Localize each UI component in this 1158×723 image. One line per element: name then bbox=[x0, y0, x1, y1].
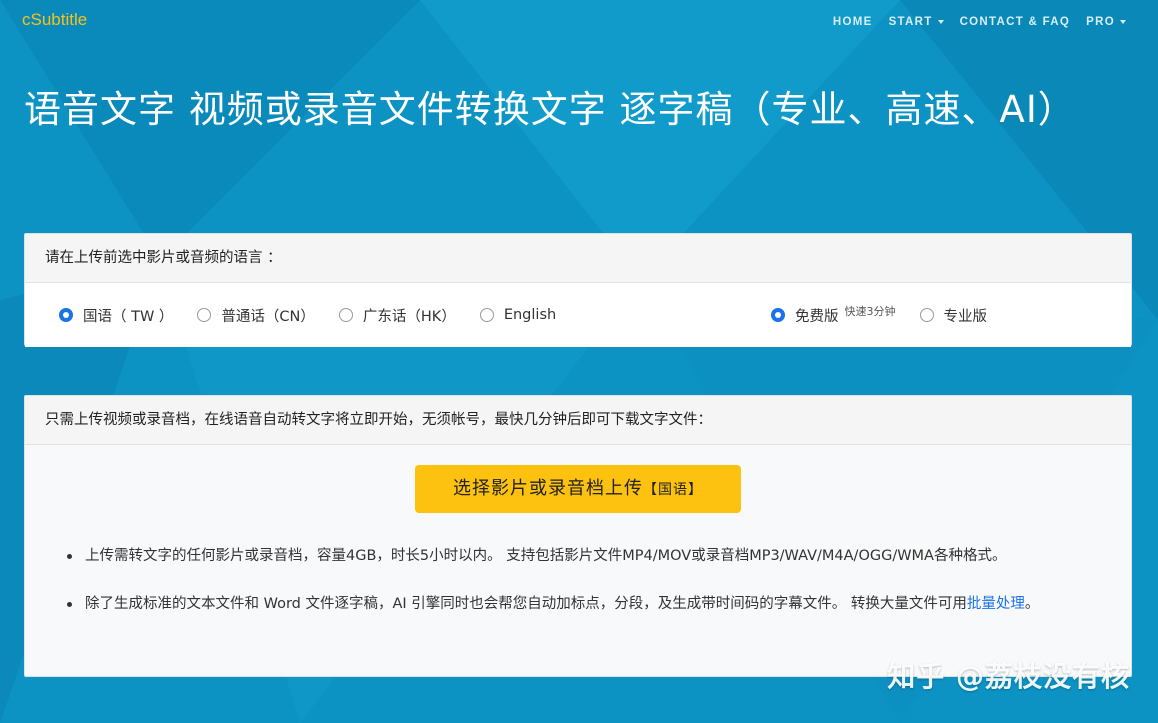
radio-unchecked-icon[interactable] bbox=[919, 308, 934, 322]
plan-option-free[interactable]: 免费版 快速3分钟 bbox=[771, 305, 896, 326]
language-option-en[interactable]: English bbox=[479, 307, 557, 323]
nav-pro-label: PRO bbox=[1086, 16, 1115, 28]
nav-start[interactable]: START bbox=[889, 16, 944, 28]
language-options: 国语（ TW ） 普通话（CN） 广东话（HK） English 免费版 快速3… bbox=[25, 283, 1131, 347]
radio-unchecked-icon[interactable] bbox=[479, 308, 494, 322]
language-label: 国语（ TW ） bbox=[83, 308, 174, 325]
plan-label: 免费版 bbox=[795, 308, 839, 325]
language-option-tw[interactable]: 国语（ TW ） bbox=[59, 305, 173, 326]
plan-hint: 快速3分钟 bbox=[844, 305, 896, 318]
plan-label: 专业版 bbox=[943, 308, 988, 325]
main-nav: HOME START CONTACT & FAQ PRO bbox=[833, 16, 1126, 28]
caret-down-icon bbox=[1120, 19, 1126, 24]
language-select-card: 请在上传前选中影片或音频的语言 ： 国语（ TW ） 普通话（CN） 广东话（H… bbox=[24, 233, 1132, 347]
radio-checked-icon[interactable] bbox=[771, 308, 785, 322]
upload-button[interactable]: 选择影片或录音档上传【国语】 bbox=[415, 465, 741, 513]
radio-unchecked-icon[interactable] bbox=[197, 308, 212, 322]
nav-pro[interactable]: PRO bbox=[1086, 16, 1126, 28]
info-list: 上传需转文字的任何影片或录音档，容量4GB，时长5小时以内。 支持包括影片文件M… bbox=[67, 544, 1107, 640]
plan-radio-group: 免费版 快速3分钟 专业版 bbox=[771, 283, 1011, 347]
list-item: 除了生成标准的文本文件和 Word 文件逐字稿，AI 引擎同时也会帮您自动加标点… bbox=[67, 592, 1107, 616]
nav-start-label: START bbox=[888, 16, 933, 28]
caret-down-icon bbox=[937, 19, 944, 24]
list-item: 上传需转文字的任何影片或录音档，容量4GB，时长5小时以内。 支持包括影片文件M… bbox=[67, 544, 1107, 568]
bullet-text: 上传需转文字的任何影片或录音档，容量4GB，时长5小时以内。 支持包括影片文件M… bbox=[85, 548, 1007, 564]
language-card-heading: 请在上传前选中影片或音频的语言 ： bbox=[25, 234, 1131, 283]
language-label: 普通话（CN） bbox=[221, 308, 315, 325]
plan-option-pro[interactable]: 专业版 bbox=[919, 305, 988, 326]
batch-processing-link[interactable]: 批量处理 bbox=[967, 596, 1025, 612]
radio-checked-icon[interactable] bbox=[59, 308, 73, 322]
brand-logo[interactable]: cSubtitle bbox=[22, 10, 87, 30]
language-radio-group: 国语（ TW ） 普通话（CN） 广东话（HK） English bbox=[59, 283, 580, 347]
bullet-end: 。 bbox=[1024, 596, 1040, 612]
language-option-cn[interactable]: 普通话（CN） bbox=[197, 305, 315, 326]
language-label: 广东话（HK） bbox=[362, 308, 456, 325]
language-option-hk[interactable]: 广东话（HK） bbox=[338, 305, 456, 326]
bullet-text: 除了生成标准的文本文件和 Word 文件逐字稿，AI 引擎同时也会帮您自动加标点… bbox=[85, 596, 967, 612]
watermark: 知乎 @荔枝没有核 bbox=[887, 660, 1130, 693]
nav-contact-faq[interactable]: CONTACT & FAQ bbox=[960, 16, 1071, 28]
page-title: 语音文字 视频或录音文件转换文字 逐字稿（专业、高速、AI） bbox=[24, 88, 1076, 131]
upload-card-heading: 只需上传视频或录音档，在线语音自动转文字将立即开始，无须帐号，最快几分钟后即可下… bbox=[25, 396, 1131, 445]
upload-card: 只需上传视频或录音档，在线语音自动转文字将立即开始，无须帐号，最快几分钟后即可下… bbox=[24, 395, 1132, 677]
upload-button-tag: 【国语】 bbox=[643, 482, 703, 498]
top-navbar: cSubtitle HOME START CONTACT & FAQ PRO bbox=[0, 0, 1158, 46]
radio-unchecked-icon[interactable] bbox=[338, 308, 353, 322]
upload-button-label: 选择影片或录音档上传 bbox=[453, 478, 643, 499]
language-label: English bbox=[503, 307, 557, 323]
nav-home[interactable]: HOME bbox=[833, 16, 873, 28]
